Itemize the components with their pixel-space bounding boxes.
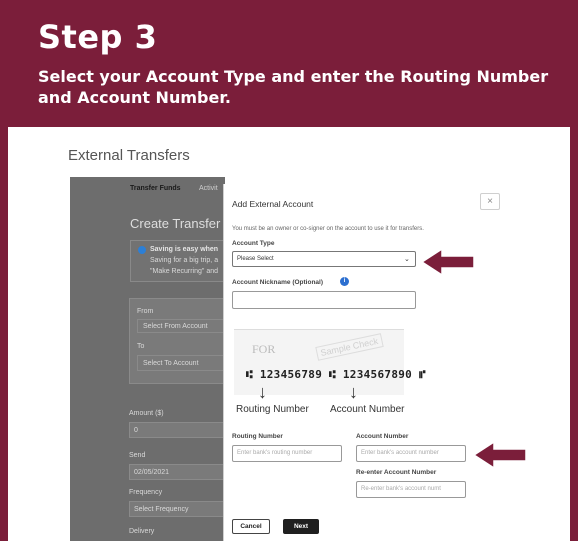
check-for-label: FOR bbox=[252, 342, 276, 356]
page-title: External Transfers bbox=[68, 147, 190, 164]
info-line-2: "Make Recurring" and bbox=[150, 268, 219, 275]
check-micr-line: ⑆ 123456789 ⑆ 1234567890 ⑈ bbox=[246, 368, 426, 381]
reenter-account-label: Re-enter Account Number bbox=[356, 469, 437, 476]
chevron-down-icon: ⌄ bbox=[404, 256, 410, 263]
account-number-input[interactable]: Enter bank's account number bbox=[356, 445, 466, 462]
modal-title: Add External Account bbox=[232, 199, 314, 209]
frequency-value: Select Frequency bbox=[134, 506, 189, 513]
nickname-input[interactable] bbox=[232, 291, 416, 309]
reenter-account-input[interactable]: Re-enter bank's account numt bbox=[356, 481, 466, 498]
step-banner: Step 3 Select your Account Type and ente… bbox=[0, 0, 578, 127]
amount-value: 0 bbox=[134, 427, 138, 434]
arrow-down-icon: ↓ bbox=[349, 382, 358, 402]
routing-number-label: Routing Number bbox=[232, 433, 283, 440]
close-button[interactable]: × bbox=[480, 193, 500, 210]
step-subtitle: Select your Account Type and enter the R… bbox=[38, 67, 549, 107]
send-label: Send bbox=[129, 452, 146, 459]
tab-activity[interactable]: Activit bbox=[199, 185, 218, 192]
routing-number-input[interactable]: Enter bank's routing number bbox=[232, 445, 342, 462]
account-type-label: Account Type bbox=[232, 240, 275, 247]
next-button[interactable]: Next bbox=[283, 519, 319, 534]
delivery-label: Delivery bbox=[129, 528, 155, 535]
amount-label: Amount ($) bbox=[129, 410, 164, 417]
nickname-label: Account Nickname (Optional) bbox=[232, 279, 324, 286]
from-label: From bbox=[137, 308, 154, 315]
account-number-label: Account Number bbox=[356, 433, 409, 440]
to-label: To bbox=[137, 343, 145, 350]
info-title: Saving is easy when bbox=[150, 246, 219, 253]
info-icon bbox=[138, 246, 146, 254]
from-select-value: Select From Account bbox=[143, 323, 208, 330]
owner-note: You must be an owner or co-signer on the… bbox=[232, 226, 424, 232]
cancel-button[interactable]: Cancel bbox=[232, 519, 270, 534]
routing-caption: Routing Number bbox=[236, 404, 309, 415]
step-title: Step 3 bbox=[38, 18, 158, 56]
amount-input[interactable] bbox=[129, 422, 225, 438]
info-icon[interactable]: i bbox=[340, 277, 349, 286]
info-line-1: Saving for a big trip, a bbox=[150, 257, 219, 264]
account-caption: Account Number bbox=[330, 404, 405, 415]
arrow-down-icon: ↓ bbox=[258, 382, 267, 402]
frequency-label: Frequency bbox=[129, 489, 163, 496]
to-select-value: Select To Account bbox=[143, 360, 199, 367]
account-type-select[interactable]: Please Select bbox=[232, 251, 416, 267]
tab-transfer-funds[interactable]: Transfer Funds bbox=[130, 185, 181, 192]
create-transfer-heading: Create Transfer bbox=[130, 216, 221, 231]
pointer-arrow-icon bbox=[472, 440, 527, 470]
send-date-value: 02/05/2021 bbox=[134, 469, 170, 476]
pointer-arrow-icon bbox=[420, 247, 475, 277]
